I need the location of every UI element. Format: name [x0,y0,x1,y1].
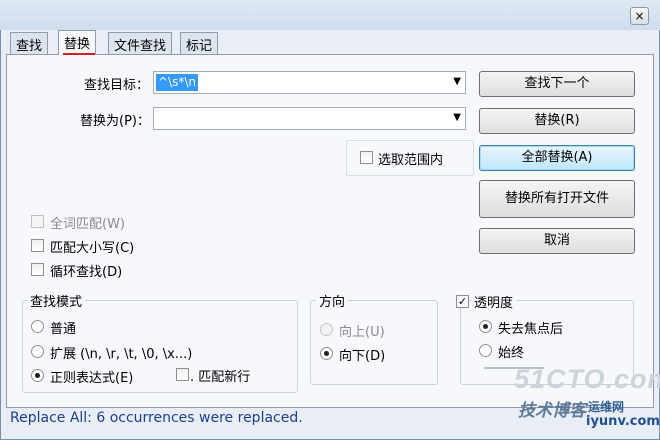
transparency-always-label: 始终 [498,346,525,361]
close-button[interactable]: × [630,7,649,25]
watermark-51cto: 51CTO.com [514,364,660,394]
find-what-combo[interactable]: ^\s*\n ▼ [153,71,466,94]
transparency-on-lose-focus-radio[interactable] [479,320,492,333]
tab-mark[interactable]: 标记 [180,32,219,54]
search-mode-regex-label: 正则表达式(E) [50,371,134,386]
dropdown-arrow-icon[interactable]: ▼ [453,76,461,87]
direction-down-label: 向下(D) [339,349,386,364]
search-mode-regex-radio[interactable] [31,369,44,382]
dot-matches-newline-label: . 匹配新行 [190,370,251,385]
search-mode-title: 查找模式 [27,291,86,310]
replace-button[interactable]: 替换(R) [479,108,635,134]
replace-with-combo[interactable]: ▼ [153,107,466,130]
direction-title: 方向 [316,291,349,310]
active-tab-indicator [63,53,95,55]
transparency-on-lose-focus-label: 失去焦点后 [498,322,564,337]
wrap-around-checkbox[interactable] [31,263,44,276]
replace-with-label: 替换为(P)： [80,114,150,129]
find-what-label: 查找目标： [84,78,150,93]
search-mode-extended-radio[interactable] [31,345,44,358]
direction-down-radio[interactable] [320,347,333,360]
replace-all-button[interactable]: 全部替换(A) [479,145,635,171]
watermark-blog: 技术博客 [518,401,586,421]
replace-with-value [156,110,160,127]
search-mode-extended-label: 扩展 (\n, \r, \t, \0, \x...) [50,347,193,362]
search-mode-normal-radio[interactable] [31,320,44,333]
tab-find-in-files[interactable]: 文件查找 [108,32,173,54]
direction-up-radio[interactable] [320,323,333,336]
transparency-checkbox[interactable]: ✓ [456,295,469,308]
match-case-checkbox[interactable] [31,239,44,252]
close-icon: × [634,9,645,23]
transparency-always-radio[interactable] [479,344,492,357]
find-next-button[interactable]: 查找下一个 [479,71,635,97]
watermark-yunwei: 运维网 [588,400,625,414]
search-mode-normal-label: 普通 [50,322,77,337]
dropdown-arrow-icon[interactable]: ▼ [453,112,461,123]
whole-word-checkbox[interactable] [31,215,44,228]
in-selection-checkbox[interactable] [360,151,373,164]
direction-up-label: 向上(U) [339,325,385,340]
in-selection-label: 选取范围内 [378,153,444,168]
dot-matches-newline-checkbox[interactable] [176,368,189,381]
wrap-around-label: 循环查找(D) [50,265,123,280]
find-what-value: ^\s*\n [156,74,198,91]
replace-all-open-files-button[interactable]: 替换所有打开文件 [479,180,635,218]
match-case-label: 匹配大小写(C) [50,241,135,256]
tab-find[interactable]: 查找 [10,32,49,54]
whole-word-label: 全词匹配(W) [50,217,125,232]
watermark-iyunv: iyunv.com [586,414,660,429]
direction-group [310,300,438,385]
cancel-button[interactable]: 取消 [479,228,635,254]
title-bar [0,0,660,30]
tab-replace[interactable]: 替换 [58,30,97,55]
transparency-title: 透明度 [471,292,517,311]
